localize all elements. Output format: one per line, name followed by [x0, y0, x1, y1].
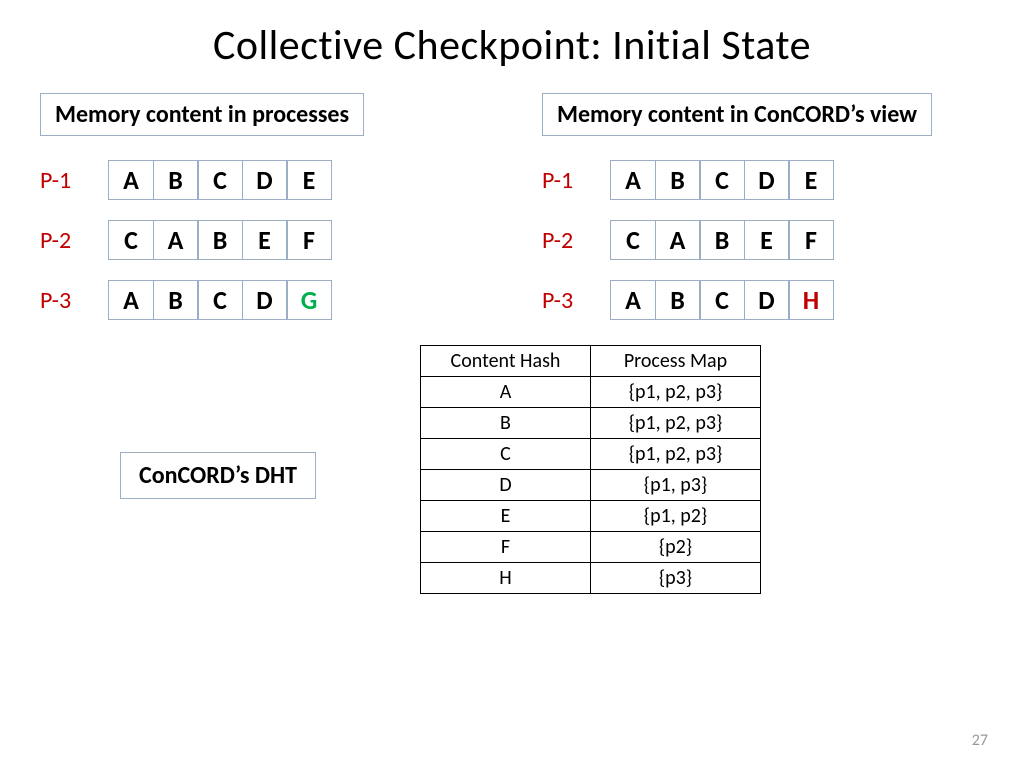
memory-cell: A: [108, 160, 154, 200]
memory-row: P-1 ABCDE: [40, 160, 482, 200]
dht-header-hash: Content Hash: [421, 346, 591, 377]
memory-row: P-2 CABEF: [542, 220, 984, 260]
memory-cell: D: [242, 160, 288, 200]
memory-cell: C: [699, 280, 745, 320]
memory-cells: CABEF: [610, 220, 834, 260]
memory-cell: F: [788, 220, 834, 260]
table-cell: {p3}: [591, 563, 761, 594]
left-column: Memory content in processes P-1ABCDEP-2C…: [40, 93, 482, 320]
table-cell: H: [421, 563, 591, 594]
memory-cell: A: [108, 280, 154, 320]
memory-cell: B: [699, 220, 745, 260]
table-cell: {p1, p3}: [591, 470, 761, 501]
table-cell: {p1, p2, p3}: [591, 408, 761, 439]
table-row: H{p3}: [421, 563, 761, 594]
memory-cell: E: [242, 220, 288, 260]
memory-cells: ABCDH: [610, 280, 834, 320]
table-cell: {p2}: [591, 532, 761, 563]
slide: Collective Checkpoint: Initial State Mem…: [0, 0, 1024, 768]
table-cell: F: [421, 532, 591, 563]
table-cell: {p1, p2, p3}: [591, 377, 761, 408]
memory-cell: C: [699, 160, 745, 200]
table-cell: C: [421, 439, 591, 470]
right-heading: Memory content in ConCORD’s view: [542, 93, 932, 136]
memory-cell: D: [242, 280, 288, 320]
process-id: P-3: [40, 286, 90, 315]
left-memory-rows: P-1ABCDEP-2CABEFP-3ABCDG: [40, 160, 482, 320]
table-row: D{p1, p3}: [421, 470, 761, 501]
dht-label-wrap: ConCORD’s DHT: [40, 345, 380, 605]
process-id: P-3: [542, 286, 592, 315]
table-row: C{p1, p2, p3}: [421, 439, 761, 470]
process-id: P-1: [40, 166, 90, 195]
table-cell: D: [421, 470, 591, 501]
memory-cell: B: [655, 280, 701, 320]
table-cell: B: [421, 408, 591, 439]
table-row: B{p1, p2, p3}: [421, 408, 761, 439]
memory-row: P-1 ABCDE: [542, 160, 984, 200]
memory-cells: ABCDG: [108, 280, 332, 320]
slide-title: Collective Checkpoint: Initial State: [40, 20, 984, 71]
memory-row: P-3 ABCDG: [40, 280, 482, 320]
lower-section: ConCORD’s DHT Content Hash Process Map A…: [40, 345, 984, 605]
process-id: P-1: [542, 166, 592, 195]
memory-cell: G: [286, 280, 332, 320]
memory-cell: B: [197, 220, 243, 260]
memory-cell: C: [197, 160, 243, 200]
process-id: P-2: [542, 226, 592, 255]
memory-cells: ABCDE: [108, 160, 332, 200]
memory-cell: H: [788, 280, 834, 320]
memory-cell: B: [153, 160, 199, 200]
memory-cell: D: [744, 280, 790, 320]
memory-cell: A: [655, 220, 701, 260]
memory-cell: A: [610, 280, 656, 320]
page-number: 27: [972, 731, 988, 750]
memory-cell: E: [286, 160, 332, 200]
table-cell: E: [421, 501, 591, 532]
right-memory-rows: P-1ABCDEP-2CABEFP-3ABCDH: [542, 160, 984, 320]
memory-cell: A: [153, 220, 199, 260]
memory-cell: C: [197, 280, 243, 320]
table-cell: {p1, p2, p3}: [591, 439, 761, 470]
table-cell: A: [421, 377, 591, 408]
table-cell: {p1, p2}: [591, 501, 761, 532]
memory-cell: F: [286, 220, 332, 260]
columns: Memory content in processes P-1ABCDEP-2C…: [40, 93, 984, 320]
memory-cell: B: [655, 160, 701, 200]
memory-cells: ABCDE: [610, 160, 834, 200]
table-row: A{p1, p2, p3}: [421, 377, 761, 408]
memory-cell: E: [788, 160, 834, 200]
dht-label: ConCORD’s DHT: [120, 452, 316, 499]
dht-table: Content Hash Process Map A{p1, p2, p3}B{…: [420, 345, 761, 594]
memory-cell: C: [610, 220, 656, 260]
memory-cell: D: [744, 160, 790, 200]
process-id: P-2: [40, 226, 90, 255]
memory-cell: A: [610, 160, 656, 200]
memory-cells: CABEF: [108, 220, 332, 260]
memory-cell: B: [153, 280, 199, 320]
right-column: Memory content in ConCORD’s view P-1ABCD…: [542, 93, 984, 320]
table-row: F{p2}: [421, 532, 761, 563]
memory-cell: E: [744, 220, 790, 260]
memory-row: P-3 ABCDH: [542, 280, 984, 320]
memory-row: P-2 CABEF: [40, 220, 482, 260]
table-row: E{p1, p2}: [421, 501, 761, 532]
left-heading: Memory content in processes: [40, 93, 364, 136]
memory-cell: C: [108, 220, 154, 260]
dht-header-map: Process Map: [591, 346, 761, 377]
